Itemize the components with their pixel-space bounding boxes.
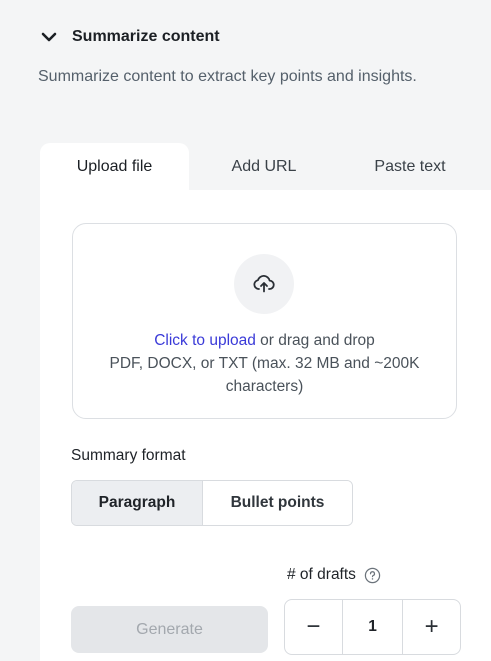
generate-button[interactable]: Generate [71, 606, 268, 653]
drafts-stepper: − 1 + [284, 599, 461, 655]
file-dropzone[interactable]: Click to upload or drag and drop PDF, DO… [72, 223, 457, 419]
bullet-points-option[interactable]: Bullet points [203, 481, 352, 525]
click-to-upload-link[interactable]: Click to upload [154, 332, 256, 349]
decrement-button[interactable]: − [285, 600, 342, 654]
drafts-label: # of drafts [287, 566, 356, 583]
drag-drop-text: or drag and drop [255, 332, 375, 349]
dropzone-text: Click to upload or drag and drop PDF, DO… [73, 329, 456, 398]
tab-upload-file[interactable]: Upload file [40, 143, 189, 190]
upload-hint: PDF, DOCX, or TXT (max. 32 MB and ~200K … [109, 355, 420, 395]
paragraph-option[interactable]: Paragraph [72, 481, 203, 525]
drafts-value[interactable]: 1 [341, 600, 404, 654]
tab-add-url[interactable]: Add URL [189, 143, 339, 190]
cloud-upload-icon [253, 274, 275, 293]
summary-format-toggle: Paragraph Bullet points [71, 480, 353, 526]
help-icon[interactable] [364, 567, 381, 584]
drafts-label-row: # of drafts [287, 566, 381, 584]
increment-button[interactable]: + [403, 600, 460, 654]
chevron-down-icon [41, 32, 57, 42]
tab-bar: Upload file Add URL Paste text [40, 143, 481, 190]
upload-button[interactable] [234, 254, 294, 314]
upload-panel: Click to upload or drag and drop PDF, DO… [40, 190, 491, 661]
section-toggle[interactable]: Summarize content [40, 28, 220, 46]
section-title: Summarize content [72, 28, 220, 45]
summary-format-label: Summary format [71, 447, 186, 464]
tab-paste-text[interactable]: Paste text [339, 143, 481, 190]
section-description: Summarize content to extract key points … [38, 68, 417, 85]
